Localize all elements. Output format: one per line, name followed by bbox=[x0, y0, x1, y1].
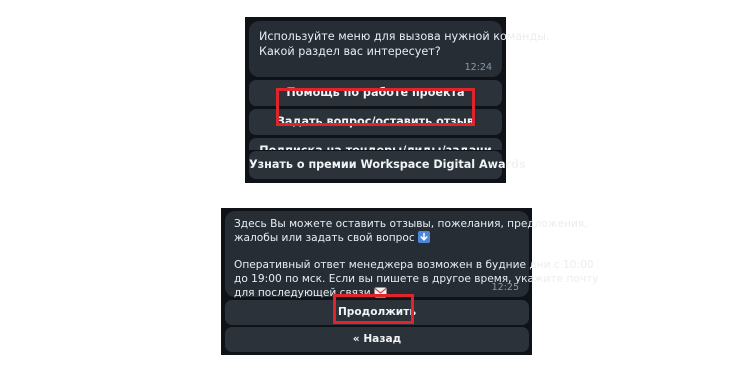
message-line: Оперативный ответ менеджера возможен в б… bbox=[234, 259, 594, 271]
help-project-button[interactable]: Помощь по работе проекта bbox=[249, 80, 502, 106]
message-line: Здесь Вы можете оставить отзывы, пожелан… bbox=[234, 218, 588, 230]
continue-button[interactable]: Продолжить bbox=[225, 300, 529, 325]
message-line: Какой раздел вас интересует? bbox=[259, 45, 441, 58]
feedback-screenshot: Здесь Вы можете оставить отзывы, пожелан… bbox=[221, 208, 599, 355]
awards-button[interactable]: Узнать о премии Workspace Digital Awards bbox=[249, 151, 526, 179]
back-button[interactable]: « Назад bbox=[225, 327, 529, 352]
message-text: жалобы или задать свой вопрос bbox=[234, 232, 415, 244]
message-line-with-icon: жалобы или задать свой вопрос bbox=[234, 231, 520, 247]
message-line: до 19:00 по мск. Если вы пишете в другое… bbox=[234, 273, 599, 285]
bot-message: Здесь Вы можете оставить отзывы, пожелан… bbox=[225, 211, 599, 299]
bot-message: Используйте меню для вызова нужной коман… bbox=[249, 21, 550, 77]
message-text: для последующей связи bbox=[234, 287, 371, 299]
message-time: 12:25 bbox=[491, 282, 519, 293]
message-time: 12:24 bbox=[464, 62, 492, 73]
ask-question-button[interactable]: Задать вопрос/оставить отзыв bbox=[249, 109, 502, 135]
down-arrow-icon bbox=[417, 231, 430, 247]
message-line: Используйте меню для вызова нужной коман… bbox=[259, 30, 550, 43]
menu-screenshot-bottom: Узнать о премии Workspace Digital Awards bbox=[245, 150, 526, 183]
